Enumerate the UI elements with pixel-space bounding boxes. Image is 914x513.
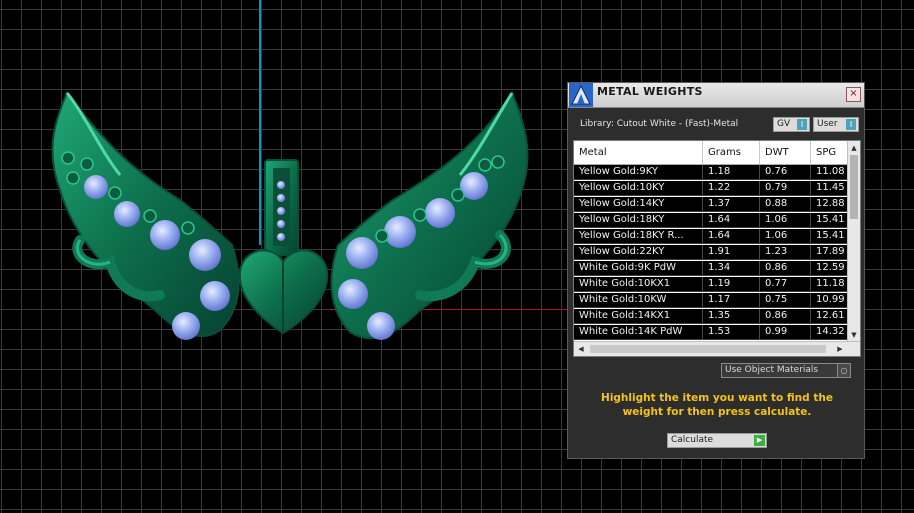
table-row[interactable]: White Gold:9K PdW 1.34 0.86 12.59 [574, 261, 848, 276]
table-row[interactable]: Yellow Gold:18KY 1.64 1.06 15.41 [574, 213, 848, 228]
dwt-cell: 0.86 [760, 261, 811, 276]
scroll-right-icon[interactable]: ▶ [834, 343, 846, 355]
left-wing [51, 91, 240, 340]
dwt-cell: 0.77 [760, 277, 811, 292]
spg-cell: 11.18 [811, 277, 848, 292]
table-header: Metal Grams DWT SPG [574, 141, 848, 165]
spg-cell: 11.08 [811, 165, 848, 180]
toggle-knob-icon: I [846, 119, 856, 130]
vertical-scroll-thumb[interactable] [850, 155, 858, 219]
grams-cell: 1.34 [703, 261, 760, 276]
metal-cell: Yellow Gold:10KY [574, 181, 703, 196]
spg-cell: 12.59 [811, 261, 848, 276]
horizontal-scroll-thumb[interactable] [590, 345, 826, 353]
column-header-dwt[interactable]: DWT [760, 141, 811, 164]
calculate-button[interactable]: Calculate ▶ [667, 433, 767, 448]
dwt-cell: 0.75 [760, 293, 811, 308]
grams-cell: 1.22 [703, 181, 760, 196]
instruction-text: Highlight the item you want to find the … [601, 392, 833, 418]
scroll-down-icon[interactable]: ▼ [849, 329, 859, 341]
column-header-spg[interactable]: SPG [811, 141, 848, 164]
use-object-materials-option[interactable]: Use Object Materials [721, 363, 851, 378]
grams-cell: 1.19 [703, 277, 760, 292]
grams-cell: 1.17 [703, 293, 760, 308]
radio-icon[interactable]: ○ [837, 363, 851, 378]
gv-toggle-label: GV [777, 119, 791, 129]
table-row[interactable]: Yellow Gold:22KY 1.91 1.23 17.89 [574, 245, 848, 260]
grams-cell: 1.37 [703, 197, 760, 212]
spg-cell: 10.99 [811, 293, 848, 308]
play-arrow-icon: ▶ [754, 435, 765, 446]
dwt-cell: 0.76 [760, 165, 811, 180]
metal-cell: White Gold:9K PdW [574, 261, 703, 276]
table-row[interactable]: White Gold:14K PdW 1.53 0.99 14.32 [574, 325, 848, 340]
use-object-materials-label: Use Object Materials [725, 365, 819, 375]
table-row[interactable]: Yellow Gold:14KY 1.37 0.88 12.88 [574, 197, 848, 212]
table-row[interactable]: White Gold:10KW 1.17 0.75 10.99 [574, 293, 848, 308]
panel-title: METAL WEIGHTS [597, 85, 703, 98]
dwt-cell: 0.88 [760, 197, 811, 212]
spg-cell: 14.32 [811, 325, 848, 340]
grams-cell: 1.91 [703, 245, 760, 260]
grams-cell: 1.64 [703, 213, 760, 228]
dwt-cell: 0.86 [760, 309, 811, 324]
winged-heart-pendant-model[interactable] [0, 0, 560, 360]
table-row[interactable]: White Gold:14KX1 1.35 0.86 12.61 [574, 309, 848, 324]
bail [264, 159, 299, 256]
spg-cell: 11.45 [811, 181, 848, 196]
metal-cell: Yellow Gold:18KY [574, 213, 703, 228]
metal-weights-table[interactable]: Metal Grams DWT SPG Yellow Gold:9KY 1.18… [573, 140, 861, 357]
metal-cell: Yellow Gold:18KY R... [574, 229, 703, 244]
metal-cell: Yellow Gold:22KY [574, 245, 703, 260]
table-row[interactable]: Yellow Gold:10KY 1.22 0.79 11.45 [574, 181, 848, 196]
column-header-metal[interactable]: Metal [574, 141, 703, 164]
table-body: Yellow Gold:9KY 1.18 0.76 11.08 Yellow G… [574, 165, 848, 341]
dwt-cell: 0.79 [760, 181, 811, 196]
spg-cell: 12.88 [811, 197, 848, 212]
library-label: Library: Cutout White - (Fast)-Metal [580, 119, 739, 129]
grams-cell: 1.64 [703, 229, 760, 244]
metal-cell: Yellow Gold:9KY [574, 165, 703, 180]
column-header-grams[interactable]: Grams [703, 141, 760, 164]
user-toggle-label: User [817, 119, 838, 129]
panel-titlebar[interactable]: METAL WEIGHTS × [568, 83, 864, 108]
vertical-scrollbar[interactable]: ▲ ▼ [847, 141, 860, 342]
grams-cell: 1.18 [703, 165, 760, 180]
dwt-cell: 1.23 [760, 245, 811, 260]
gv-toggle[interactable]: GV I [773, 117, 810, 132]
dwt-cell: 1.06 [760, 213, 811, 228]
grams-cell: 1.53 [703, 325, 760, 340]
close-button[interactable]: × [846, 87, 861, 102]
metal-cell: White Gold:14KX1 [574, 309, 703, 324]
user-toggle[interactable]: User I [813, 117, 859, 132]
right-wing [330, 90, 529, 340]
close-icon: × [849, 88, 858, 99]
spg-cell: 17.89 [811, 245, 848, 260]
table-row[interactable]: Yellow Gold:18KY R... 1.64 1.06 15.41 [574, 229, 848, 244]
calculate-label: Calculate [671, 435, 714, 445]
spg-cell: 15.41 [811, 229, 848, 244]
table-row[interactable]: White Gold:10KX1 1.19 0.77 11.18 [574, 277, 848, 292]
grams-cell: 1.35 [703, 309, 760, 324]
metal-cell: Yellow Gold:14KY [574, 197, 703, 212]
horizontal-scrollbar[interactable]: ◀ ▶ [574, 341, 860, 356]
app-logo-icon [569, 83, 593, 107]
spg-cell: 12.61 [811, 309, 848, 324]
metal-weights-panel: METAL WEIGHTS × Library: Cutout White - … [567, 82, 865, 459]
dwt-cell: 1.06 [760, 229, 811, 244]
spg-cell: 15.41 [811, 213, 848, 228]
metal-cell: White Gold:14K PdW [574, 325, 703, 340]
scroll-up-icon[interactable]: ▲ [849, 142, 859, 154]
metal-cell: White Gold:10KW [574, 293, 703, 308]
metal-cell: White Gold:10KX1 [574, 277, 703, 292]
table-row[interactable]: Yellow Gold:9KY 1.18 0.76 11.08 [574, 165, 848, 180]
toggle-knob-icon: I [797, 119, 807, 130]
dwt-cell: 0.99 [760, 325, 811, 340]
scroll-left-icon[interactable]: ◀ [575, 343, 587, 355]
